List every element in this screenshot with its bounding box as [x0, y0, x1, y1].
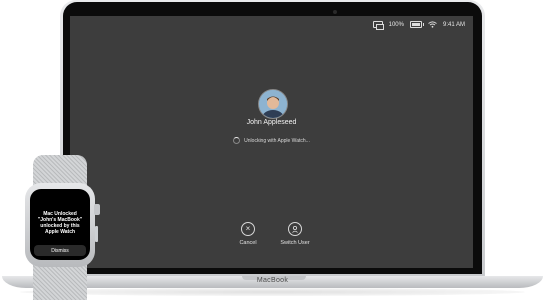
user-avatar[interactable]	[258, 89, 288, 119]
camera	[333, 10, 337, 14]
cancel-icon: ×	[241, 222, 255, 236]
wifi-icon[interactable]	[428, 21, 437, 28]
watch-band-bottom	[33, 262, 87, 300]
watch-side-button[interactable]	[95, 226, 98, 242]
cancel-label: Cancel	[239, 240, 257, 246]
watch-screen: Mac Unlocked "John's MacBook" unlocked b…	[30, 189, 90, 260]
battery-percent: 100%	[388, 21, 404, 28]
clock: 9:41 AM	[442, 21, 465, 28]
cancel-button[interactable]: × Cancel	[223, 222, 273, 246]
switch-user-icon	[288, 222, 302, 236]
watch-notification: Mac Unlocked "John's MacBook" unlocked b…	[33, 211, 87, 235]
dismiss-button[interactable]: Dismiss	[34, 245, 86, 256]
switch-user-label: Switch User	[280, 240, 310, 246]
unlock-status-text: Unlocking with Apple Watch...	[244, 137, 310, 144]
spinner-icon	[233, 137, 241, 144]
user-name: John Appleseed	[246, 119, 297, 126]
battery-icon[interactable]	[409, 21, 424, 28]
unlock-status: Unlocking with Apple Watch...	[70, 137, 473, 144]
device-shadow	[20, 288, 525, 296]
digital-crown[interactable]	[94, 204, 100, 215]
lock-screen: 100% 9:41 AM John Appleseed Unlocking wi…	[70, 16, 473, 268]
watch-notification-line: Apple Watch	[44, 229, 76, 235]
menu-bar: 100% 9:41 AM	[372, 21, 465, 30]
screen-mirroring-icon[interactable]	[372, 21, 384, 30]
switch-user-button[interactable]: Switch User	[270, 222, 320, 246]
